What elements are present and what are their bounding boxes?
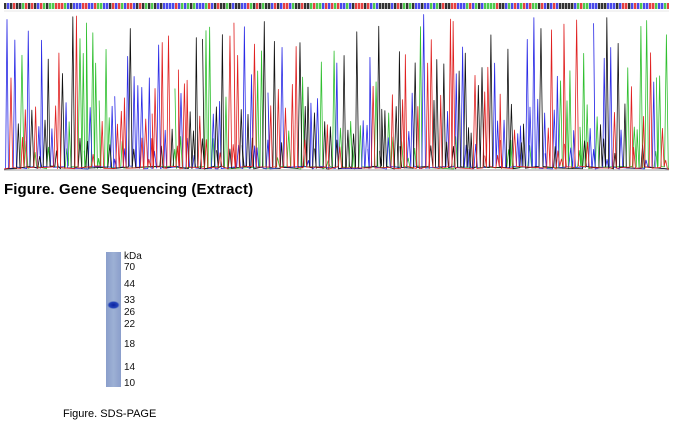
protein-band — [107, 300, 120, 310]
gel-lane-background — [106, 252, 121, 387]
marker-label-14: 14 — [124, 362, 136, 373]
marker-unit-label: kDa — [124, 251, 142, 262]
base-call-strip — [4, 3, 669, 9]
marker-label-44: 44 — [124, 279, 136, 290]
marker-label-26: 26 — [124, 307, 136, 318]
sequencing-chromatogram — [4, 3, 669, 171]
marker-label-70: 70 — [124, 262, 136, 273]
marker-label-22: 22 — [124, 319, 136, 330]
marker-label-10: 10 — [124, 378, 136, 389]
marker-label-33: 33 — [124, 295, 136, 306]
sequencing-figure-caption: Figure. Gene Sequencing (Extract) — [4, 181, 254, 198]
sds-page-gel-lane — [106, 252, 121, 387]
sds-page-figure-caption: Figure. SDS-PAGE — [63, 408, 157, 420]
marker-label-18: 18 — [124, 339, 136, 350]
